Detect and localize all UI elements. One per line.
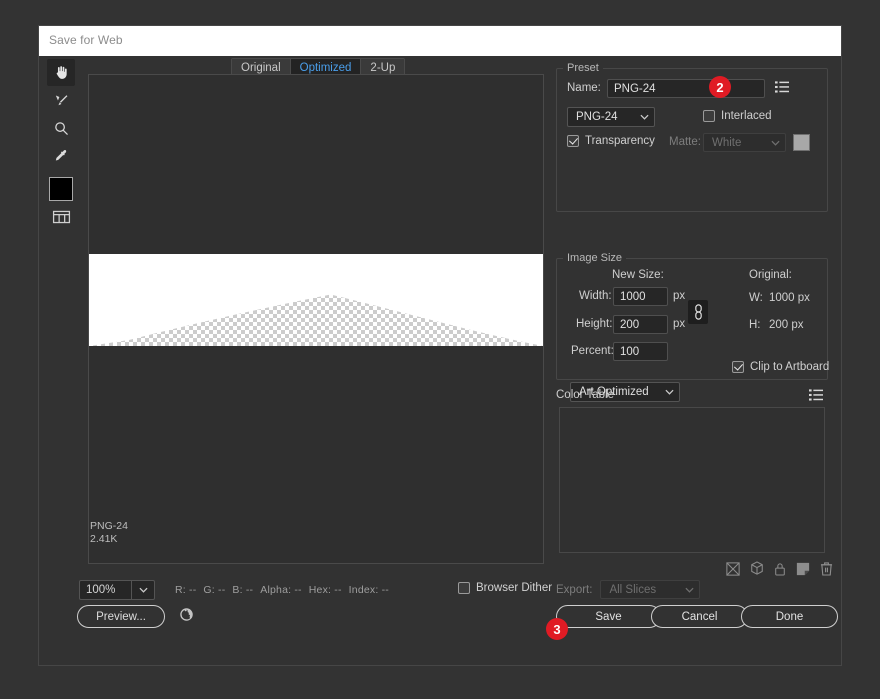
delete-color-icon[interactable] <box>820 561 833 581</box>
matte-label: Matte: <box>669 136 701 148</box>
web-shift-icon[interactable] <box>750 561 764 581</box>
interlaced-option[interactable]: Interlaced <box>703 110 772 122</box>
width-input[interactable]: 1000 <box>613 287 668 306</box>
readout-hex: Hex: -- <box>309 584 342 596</box>
original-height-label: H: <box>749 319 761 331</box>
artwork-transparency-layer <box>89 254 543 346</box>
color-table-swatch-grid[interactable] <box>559 407 825 553</box>
height-unit: px <box>673 318 685 330</box>
eyedropper-icon <box>53 148 70 165</box>
readout-r: R: -- <box>175 584 196 596</box>
new-color-icon[interactable] <box>796 562 810 581</box>
slice-select-tool[interactable] <box>47 87 75 114</box>
image-preview-canvas[interactable] <box>88 74 544 564</box>
toggle-slices-visibility[interactable] <box>47 203 75 230</box>
format-select-value: PNG-24 <box>568 111 634 123</box>
preset-menu-icon[interactable] <box>775 81 789 94</box>
save-button[interactable]: Save <box>556 605 661 628</box>
export-row: Export: All Slices <box>556 580 700 599</box>
preset-panel-legend: Preset <box>563 62 603 74</box>
original-width-value: 1000 px <box>769 292 810 304</box>
matte-select-value: White <box>704 137 765 149</box>
interlaced-label: Interlaced <box>721 110 772 122</box>
color-table-legend: Color Table <box>556 389 614 401</box>
percent-input[interactable]: 100 <box>613 342 668 361</box>
clip-to-artboard-option[interactable]: Clip to Artboard <box>732 361 829 373</box>
browser-dither-label: Browser Dither <box>476 582 552 594</box>
annotation-badge-3: 3 <box>546 618 568 640</box>
height-input[interactable]: 200 <box>613 315 668 334</box>
transparency-option[interactable]: Transparency <box>567 135 655 147</box>
color-swatch-icon <box>49 177 73 201</box>
export-select-value: All Slices <box>601 584 679 596</box>
preset-name-field[interactable]: PNG-24 <box>607 79 765 98</box>
slice-select-icon <box>53 92 70 109</box>
readout-alpha: Alpha: -- <box>260 584 301 596</box>
zoom-level-select[interactable]: 100% <box>79 580 155 600</box>
readout-b: B: -- <box>232 584 253 596</box>
chevron-down-icon <box>131 581 154 599</box>
transparency-checkbox[interactable] <box>567 135 579 147</box>
color-table-footer-icons <box>726 561 833 581</box>
save-for-web-dialog: Save for Web <box>38 25 842 666</box>
optimized-file-info: PNG-24 2.41K <box>90 520 128 546</box>
annotation-badge-2: 2 <box>709 76 731 98</box>
magnifier-icon <box>53 120 70 137</box>
browser-dither-checkbox[interactable] <box>458 582 470 594</box>
cancel-button[interactable]: Cancel <box>651 605 748 628</box>
width-unit: px <box>673 290 685 302</box>
preview-in-browser-button[interactable] <box>177 608 195 626</box>
original-size-label: Original: <box>749 269 792 281</box>
dialog-titlebar: Save for Web <box>39 26 841 56</box>
matte-color-swatch[interactable] <box>793 134 810 151</box>
hand-icon <box>53 64 70 81</box>
save-for-web-screen: Save for Web <box>0 0 880 699</box>
link-constrain-icon[interactable] <box>688 300 708 324</box>
readout-g: G: -- <box>203 584 225 596</box>
tools-palette <box>47 59 79 239</box>
optimized-format-label: PNG-24 <box>90 520 128 533</box>
width-label: Width: <box>579 290 612 302</box>
slices-visibility-icon <box>52 209 71 225</box>
lock-color-icon[interactable] <box>774 562 786 581</box>
preview-button[interactable]: Preview... <box>77 605 165 628</box>
preset-name-label: Name: <box>567 82 601 94</box>
readout-index: Index: -- <box>349 584 389 596</box>
interlaced-checkbox[interactable] <box>703 110 715 122</box>
original-height-value: 200 px <box>769 319 804 331</box>
done-button[interactable]: Done <box>741 605 838 628</box>
new-size-label: New Size: <box>612 269 664 281</box>
globe-icon <box>179 607 194 627</box>
format-select[interactable]: PNG-24 <box>567 107 655 127</box>
percent-label: Percent: <box>571 345 614 357</box>
foreground-color-swatch[interactable] <box>47 175 75 202</box>
artwork-wave-shape <box>89 254 543 346</box>
optimized-filesize-label: 2.41K <box>90 533 128 546</box>
zoom-tool[interactable] <box>47 115 75 142</box>
color-table-menu-icon[interactable] <box>809 389 823 402</box>
transparency-label: Transparency <box>585 135 655 147</box>
chevron-down-icon <box>679 587 699 593</box>
snap-to-web-palette-icon[interactable] <box>726 562 740 581</box>
color-readout: R: -- G: -- B: -- Alpha: -- Hex: -- Index: -- <box>175 584 396 596</box>
chevron-down-icon <box>765 140 785 146</box>
original-width-label: W: <box>749 292 763 304</box>
export-select[interactable]: All Slices <box>600 580 700 599</box>
eyedropper-tool[interactable] <box>47 143 75 170</box>
browser-dither-option[interactable]: Browser Dither <box>458 582 552 594</box>
image-size-panel-legend: Image Size <box>563 252 626 264</box>
chevron-down-icon <box>634 114 654 120</box>
clip-to-artboard-label: Clip to Artboard <box>750 361 829 373</box>
preset-panel: Preset Name: PNG-24 PNG-24 Interlaced <box>556 68 828 212</box>
export-label: Export: <box>556 584 592 596</box>
zoom-level-value: 100% <box>80 584 131 596</box>
chevron-down-icon <box>659 389 679 395</box>
dialog-title: Save for Web <box>49 33 123 47</box>
height-label: Height: <box>576 318 612 330</box>
hand-tool[interactable] <box>47 59 75 86</box>
clip-to-artboard-checkbox[interactable] <box>732 361 744 373</box>
matte-select[interactable]: White <box>703 133 786 152</box>
